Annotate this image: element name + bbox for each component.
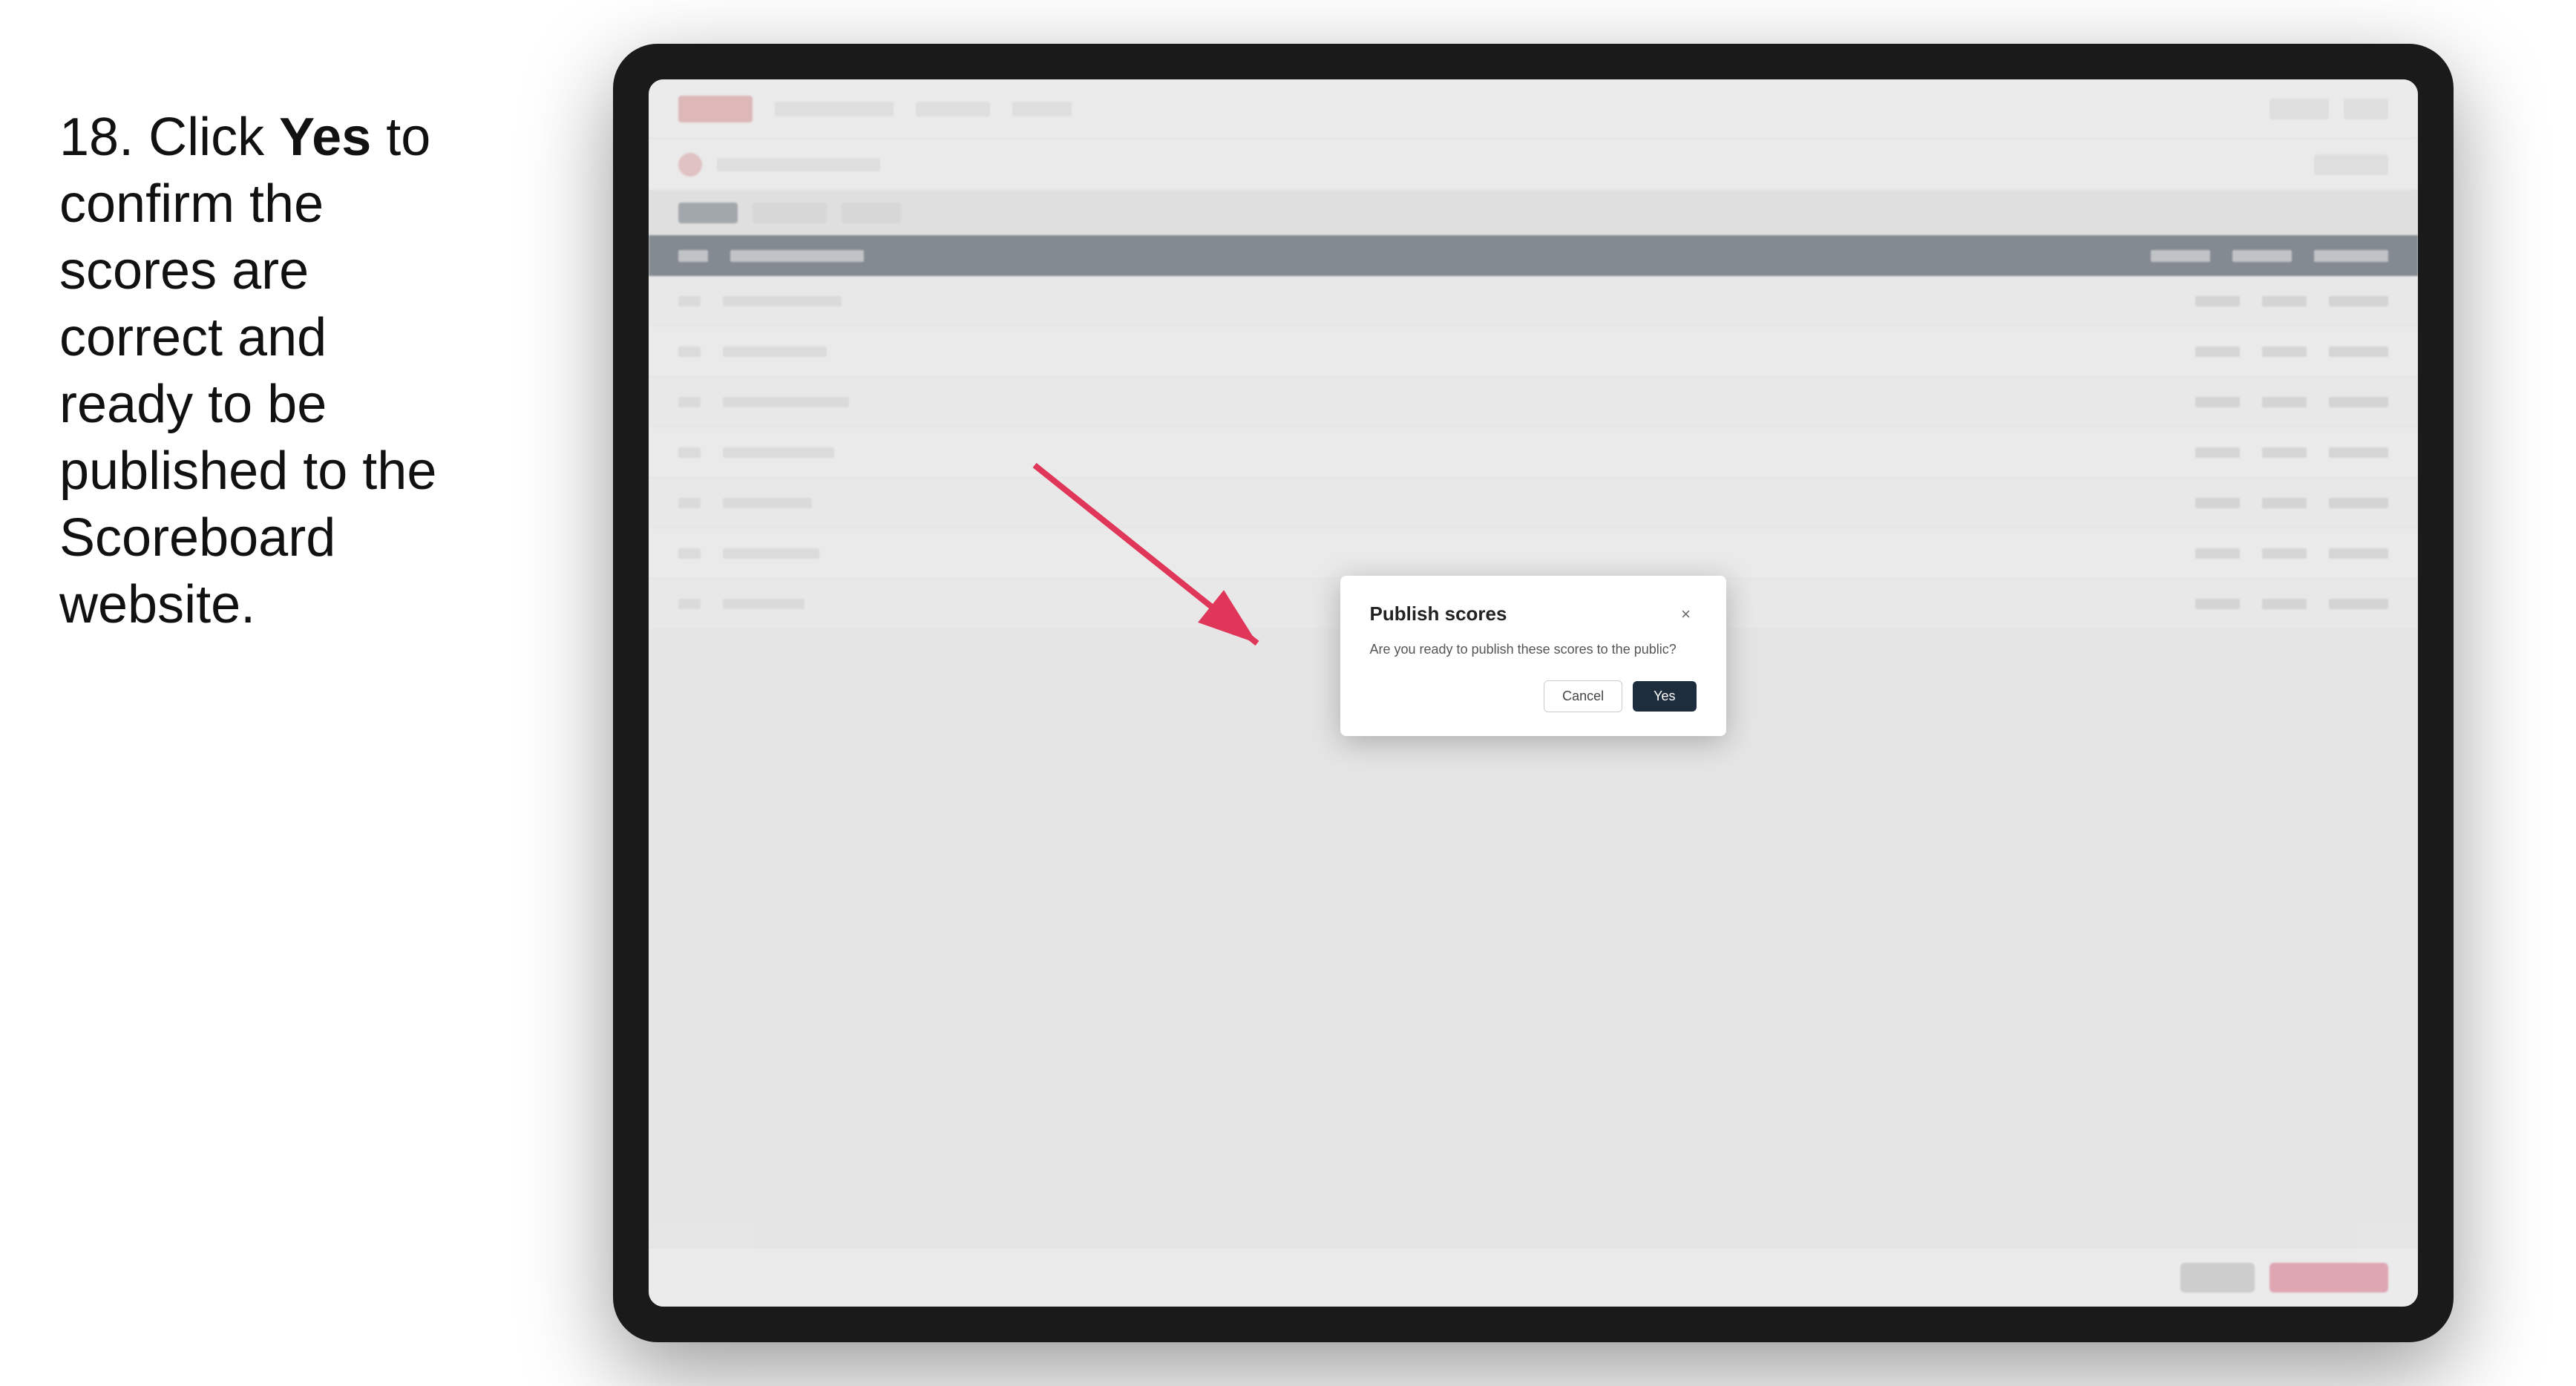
modal-header: Publish scores × — [1370, 602, 1697, 625]
bold-yes: Yes — [279, 108, 371, 167]
tablet-screen: Publish scores × Are you ready to publis… — [649, 79, 2418, 1307]
modal-footer: Cancel Yes — [1370, 680, 1697, 712]
cancel-button[interactable]: Cancel — [1544, 680, 1622, 712]
tablet-frame: Publish scores × Are you ready to publis… — [613, 44, 2454, 1342]
modal-overlay: Publish scores × Are you ready to publis… — [649, 79, 2418, 1307]
modal-body-text: Are you ready to publish these scores to… — [1370, 640, 1697, 659]
publish-scores-modal: Publish scores × Are you ready to publis… — [1340, 576, 1726, 735]
step-number: 18. — [59, 108, 134, 167]
instruction-text: 18. Click Yes to confirm the scores are … — [59, 45, 475, 638]
tablet-device: Publish scores × Are you ready to publis… — [534, 45, 2531, 1341]
yes-button[interactable]: Yes — [1633, 681, 1696, 712]
modal-close-button[interactable]: × — [1676, 604, 1697, 625]
modal-title: Publish scores — [1370, 602, 1507, 625]
